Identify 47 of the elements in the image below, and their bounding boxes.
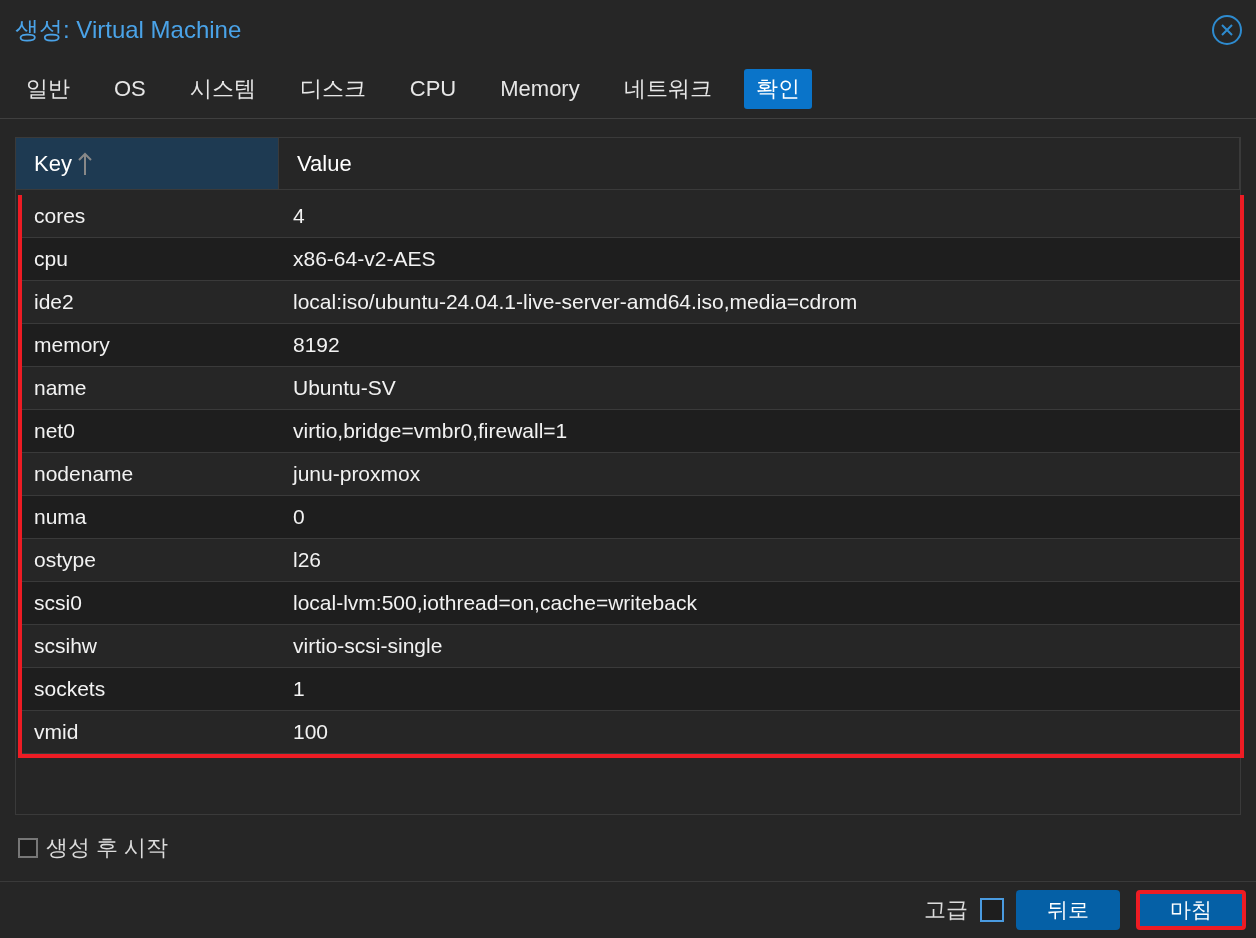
close-button[interactable] [1212, 15, 1242, 45]
table-cell-text: virtio,bridge=vmbr0,firewall=1 [292, 419, 569, 443]
tab[interactable]: OS [102, 71, 158, 107]
close-icon [1221, 24, 1233, 36]
table-cell-text: ostype [33, 548, 97, 572]
advanced-label: 고급 [924, 896, 968, 924]
table-cell-text: net0 [33, 419, 76, 443]
table-cell-text: local-lvm:500,iothread=on,cache=writeback [292, 591, 698, 615]
table-cell-text: ide2 [33, 290, 75, 314]
tab[interactable]: 디스크 [287, 69, 378, 109]
table-cell-text: memory [33, 333, 111, 357]
table-cell-text: nodename [33, 462, 135, 486]
table-cell-text: l26 [292, 548, 323, 572]
table-cell-text: Ubuntu-SV [292, 376, 397, 400]
table-cell-text: scsihw [33, 634, 98, 658]
tab[interactable]: Memory [488, 71, 592, 107]
table-cell-text: x86-64-v2-AES [292, 247, 437, 271]
table-cell-text: virtio-scsi-single [292, 634, 444, 658]
table-cell-text: name [33, 376, 88, 400]
back-button[interactable]: 뒤로 [1016, 890, 1120, 930]
tab[interactable]: 네트워크 [611, 69, 724, 109]
column-label: Value [297, 150, 352, 177]
advanced-checkbox[interactable] [980, 898, 1004, 922]
table-cell-text: cores [33, 204, 87, 228]
table-cell-text: numa [33, 505, 88, 529]
column-header[interactable]: Key [16, 138, 279, 189]
checkbox[interactable] [18, 838, 38, 858]
tab[interactable]: 시스템 [177, 69, 268, 109]
table-cell-text: 4 [292, 204, 306, 228]
checkbox-label: 생성 후 시작 [46, 834, 169, 862]
sort-arrow-icon [77, 151, 92, 176]
table-cell-text: cpu [33, 247, 69, 271]
table-cell-text: 0 [292, 505, 306, 529]
table-cell-text: local:iso/ubuntu-24.04.1-live-server-amd64.iso,media=cdrom [292, 290, 859, 314]
table-cell-text: 8192 [292, 333, 341, 357]
window-title: 생성: Virtual Machine [15, 15, 242, 45]
table-cell-text: 100 [292, 720, 330, 744]
table-cell-text: sockets [33, 677, 107, 701]
table-cell-text: vmid [33, 720, 80, 744]
table-cell-text: junu-proxmox [291, 462, 422, 486]
finish-button[interactable]: 마침 [1136, 890, 1246, 930]
tab[interactable]: CPU [397, 71, 469, 107]
tab[interactable]: 일반 [14, 69, 82, 109]
table-cell-text: 1 [292, 677, 306, 701]
table-cell-text: scsi0 [33, 591, 83, 615]
column-label: Key [34, 150, 72, 177]
tab[interactable]: 확인 [743, 69, 812, 109]
